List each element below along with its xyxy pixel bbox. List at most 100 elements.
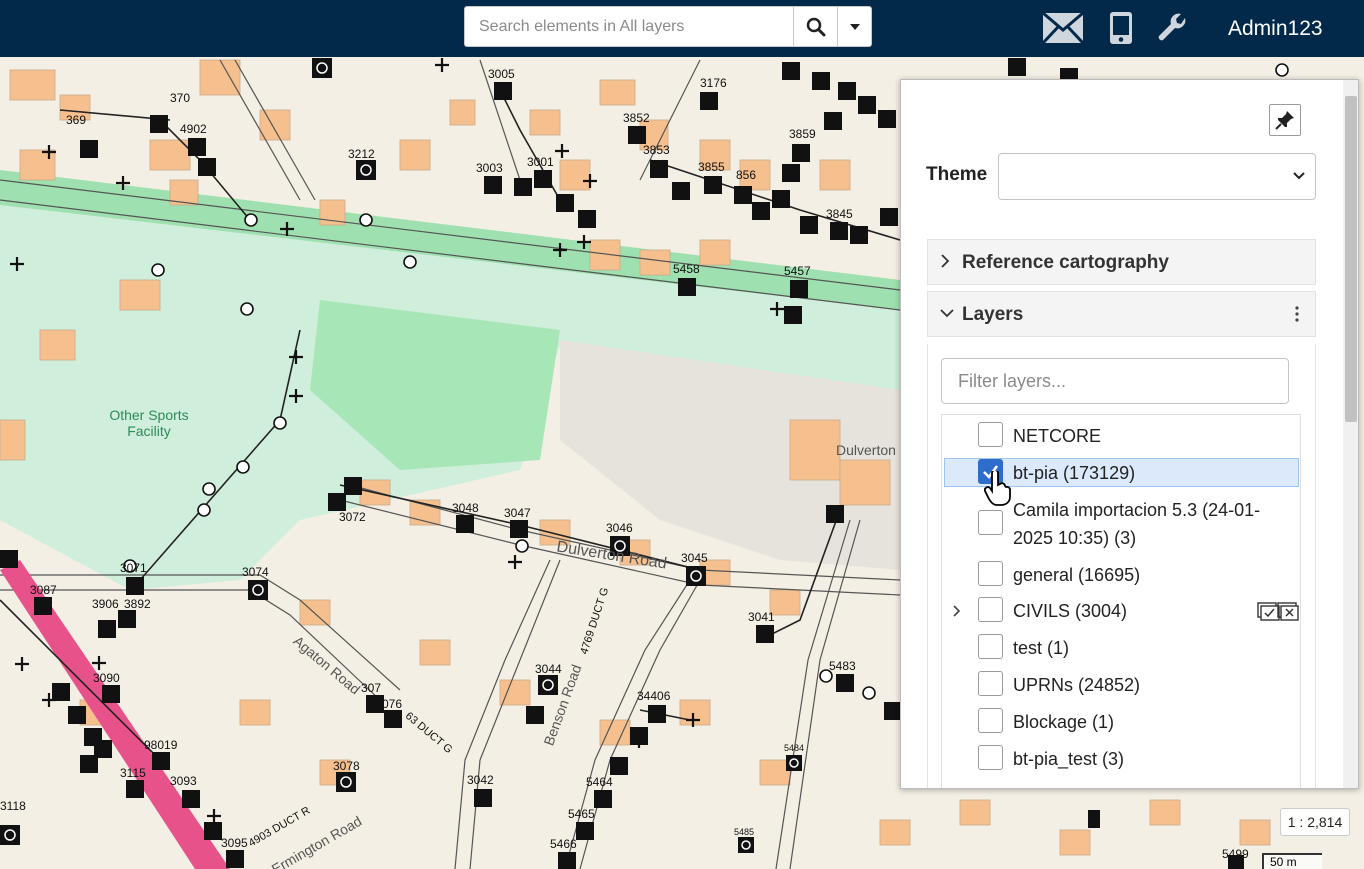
wrench-icon <box>1158 13 1186 41</box>
map-label: 370 <box>170 91 191 105</box>
scale-indicator: 1 : 2,814 <box>1280 808 1350 836</box>
scale-bar: 50 m <box>1262 853 1322 869</box>
map-label: 3906 <box>92 597 119 611</box>
map-label: 3001 <box>527 155 554 169</box>
map-label: 5457 <box>784 264 811 278</box>
map-label: 5483 <box>829 659 856 673</box>
map-label: 369 <box>66 113 87 127</box>
search-button[interactable] <box>793 7 838 46</box>
map-label: 3048 <box>452 501 479 515</box>
search-box <box>464 6 872 47</box>
map-label: 3852 <box>623 111 650 125</box>
top-bar: Admin123 <box>0 0 1364 57</box>
pushpin-icon <box>1275 111 1294 130</box>
section-title: Layers <box>962 304 1024 325</box>
section-reference-cartography[interactable]: Reference cartography <box>927 239 1316 285</box>
map-label: 3118 <box>0 799 26 813</box>
layer-label: NETCORE <box>1013 426 1102 446</box>
map-label: 34406 <box>637 689 671 703</box>
map-label: 5465 <box>568 807 595 821</box>
map-label: 3093 <box>170 774 197 788</box>
map-label: 98019 <box>144 738 178 752</box>
layer-label: UPRNs (24852) <box>1013 675 1141 695</box>
map-label: 3041 <box>748 610 775 624</box>
layer-checkbox[interactable] <box>978 561 1003 586</box>
map-label: 3853 <box>643 143 670 157</box>
map-label: 5458 <box>673 262 700 276</box>
filter-layers-input[interactable] <box>941 358 1289 404</box>
map-label: 3855 <box>698 160 725 174</box>
layer-checkbox[interactable] <box>978 671 1003 696</box>
map-label: 3046 <box>606 521 633 535</box>
more-options-icon[interactable] <box>1295 306 1299 322</box>
map-label: 3045 <box>681 551 708 565</box>
map-label: 307 <box>361 681 382 695</box>
layer-item[interactable]: Camila importacion 5.3 (24-01- 2025 10:3… <box>942 496 1302 556</box>
layer-checkbox[interactable] <box>978 708 1003 733</box>
layer-label: general (16695) <box>1013 565 1141 585</box>
map-label: 076 <box>382 697 403 711</box>
school-label: Dulverton Primary School <box>836 442 902 458</box>
map-label: 3115 <box>120 766 146 780</box>
map-label: 3212 <box>348 147 375 161</box>
caret-down-icon <box>850 23 860 30</box>
section-title: Reference cartography <box>962 252 1169 273</box>
map-label: 3074 <box>242 565 269 579</box>
map-label: 3044 <box>535 662 562 676</box>
map-label: 5466 <box>550 837 577 851</box>
map-label: 5485 <box>734 827 755 837</box>
map-label: 3845 <box>826 207 853 221</box>
map-label: 5464 <box>586 775 613 789</box>
layers-panel: Theme Reference cartography Layers NETCO… <box>900 79 1359 789</box>
layer-label: CIVILS (3004) <box>1013 601 1128 621</box>
search-icon <box>806 17 826 36</box>
theme-label: Theme <box>926 164 988 185</box>
layer-label-line2: 2025 10:35) (3) <box>1013 528 1137 548</box>
panel-scrollbar-thumb[interactable] <box>1345 96 1357 422</box>
section-layers[interactable]: Layers <box>927 291 1316 337</box>
expand-chevron-icon[interactable] <box>953 605 961 617</box>
map-label: 3003 <box>476 161 503 175</box>
mobile-phone-icon <box>1110 12 1132 44</box>
map-label: 3892 <box>124 597 151 611</box>
map-label: 3005 <box>488 67 515 81</box>
layer-checkbox[interactable] <box>978 634 1003 659</box>
map-label: 3071 <box>120 561 147 575</box>
layer-list: NETCORE bt-pia (173129) Camila importaci… <box>941 414 1302 788</box>
search-scope-dropdown[interactable] <box>837 7 872 46</box>
messages-button[interactable] <box>1041 8 1085 48</box>
layer-checkbox[interactable] <box>978 510 1003 535</box>
area-label: Other Sports Facility <box>109 407 189 439</box>
chevron-right-icon <box>941 254 950 268</box>
search-input[interactable] <box>465 7 793 46</box>
layer-label-line1: Camila importacion 5.3 (24-01- <box>1013 500 1261 520</box>
map-label: 3042 <box>467 773 494 787</box>
map-label: 3090 <box>93 671 120 685</box>
pin-panel-button[interactable] <box>1269 104 1301 136</box>
map-label: 856 <box>736 168 757 182</box>
layer-checkbox[interactable] <box>978 745 1003 770</box>
map-label: 3087 <box>30 583 57 597</box>
chevron-down-icon <box>1293 172 1305 180</box>
layer-checkbox[interactable] <box>978 597 1003 622</box>
settings-button[interactable] <box>1156 8 1188 48</box>
map-label: 3078 <box>333 759 360 773</box>
map-label: 3047 <box>504 506 531 520</box>
layer-checkbox[interactable] <box>978 422 1003 447</box>
map-label: 3176 <box>700 76 727 90</box>
mobile-button[interactable] <box>1108 8 1134 48</box>
layer-label: bt-pia_test (3) <box>1013 749 1125 769</box>
map-label: 3859 <box>789 127 816 141</box>
envelope-icon <box>1042 12 1084 44</box>
map-label: 3095 <box>221 836 248 850</box>
map-label: 3072 <box>339 510 366 524</box>
map-label: 5499 <box>1222 847 1249 861</box>
select-all-icon[interactable] <box>1257 602 1299 622</box>
map-label: 4902 <box>180 122 207 136</box>
map-label: 5484 <box>784 743 805 753</box>
theme-select[interactable] <box>998 153 1316 200</box>
user-name[interactable]: Admin123 <box>1228 17 1323 41</box>
layer-label: test (1) <box>1013 638 1070 658</box>
layer-label: bt-pia (173129) <box>1013 463 1136 483</box>
chevron-down-icon <box>940 309 954 318</box>
